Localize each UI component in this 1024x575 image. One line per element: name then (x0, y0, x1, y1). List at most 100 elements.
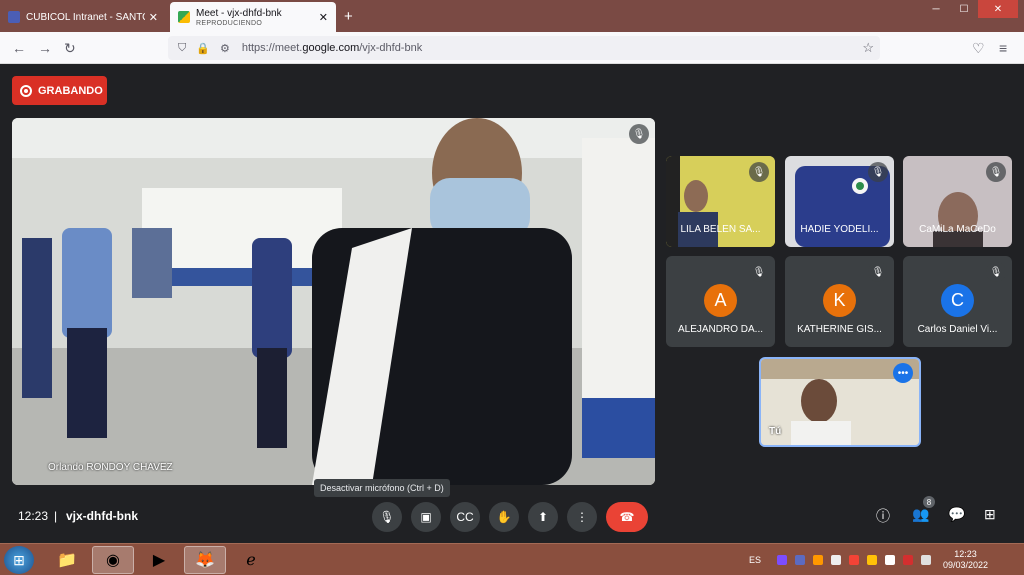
windows-start-icon[interactable]: ⊞ (4, 546, 34, 574)
activities-icon[interactable]: ⊞ (984, 506, 996, 523)
video-frame (12, 118, 655, 485)
participant-tile[interactable]: 🎙 LILA BELEN SA... (666, 156, 775, 247)
address-bar[interactable]: ⛉ 🔒 ⚙ https://meet.google.com/vjx-dhfd-b… (168, 36, 880, 60)
avatar: A (704, 284, 737, 317)
participant-tile[interactable]: 🎙 HADIE YODELI... (785, 156, 894, 247)
tray-app-icon[interactable] (776, 555, 787, 565)
recording-label: GRABANDO (38, 84, 103, 97)
tray-app-icon[interactable] (812, 555, 823, 565)
network-icon[interactable] (920, 555, 931, 565)
minimize-icon[interactable]: ─ (922, 0, 950, 18)
volume-icon[interactable] (884, 555, 895, 565)
tray-app-icon[interactable] (830, 555, 841, 565)
main-speaker-video[interactable]: 🎙 Orlando RONDOY CHAVEZ (12, 118, 655, 485)
back-icon[interactable]: ← (12, 40, 26, 56)
url-path: /vjx-dhfd-bnk (359, 42, 423, 54)
flag-icon[interactable] (902, 555, 913, 565)
participant-name: HADIE YODELI... (800, 224, 879, 235)
present-button[interactable]: ⬆ (528, 502, 558, 532)
participant-tile[interactable]: 🎙 A ALEJANDRO DA... (666, 256, 775, 347)
microphone-icon: 🎙 (379, 510, 395, 524)
more-options-button[interactable]: ⋮ (567, 502, 597, 532)
reload-icon[interactable]: ↻ (64, 40, 76, 57)
close-icon[interactable]: ✕ (319, 11, 328, 24)
media-player-icon[interactable]: ▶ (138, 546, 180, 574)
tab-meet[interactable]: Meet - vjx-dhfd-bnk REPRODUCIENDO ✕ (170, 2, 336, 32)
forward-icon[interactable]: → (38, 40, 52, 56)
muted-mic-icon: 🎙 (629, 124, 649, 144)
mic-tooltip: Desactivar micrófono (Ctrl + D) (314, 479, 450, 497)
avatar: K (823, 284, 856, 317)
participant-tile[interactable]: 🎙 K KATHERINE GIS... (785, 256, 894, 347)
chrome-icon[interactable]: ◉ (92, 546, 134, 574)
tray-date: 09/03/2022 (942, 560, 988, 570)
camera-icon: ▣ (420, 510, 432, 524)
permissions-icon[interactable]: ⚙ (220, 42, 230, 55)
new-tab-icon[interactable]: + (344, 8, 353, 25)
muted-mic-icon: 🎙 (749, 162, 769, 182)
muted-mic-icon: 🎙 (749, 262, 769, 282)
navigation-bar: ← → ↻ ⛉ 🔒 ⚙ https://meet.google.com/vjx-… (0, 32, 1024, 64)
captions-button[interactable]: CC (450, 502, 480, 532)
language-indicator[interactable]: ES (749, 555, 761, 565)
muted-mic-icon: 🎙 (868, 162, 888, 182)
window-controls: ─ ☐ ✕ (922, 0, 1018, 18)
hand-icon: ✋ (496, 510, 512, 524)
hang-up-icon: ☎ (619, 510, 635, 524)
internet-explorer-icon[interactable]: ℯ (230, 546, 272, 574)
file-explorer-icon[interactable]: 📁 (46, 546, 88, 574)
meet-icon (178, 11, 190, 23)
tray-app-icon[interactable] (848, 555, 859, 565)
tab-title: Meet - vjx-dhfd-bnk (196, 7, 282, 19)
people-count-badge: 8 (923, 496, 935, 508)
leave-call-button[interactable]: ☎ (606, 502, 648, 532)
avatar: C (941, 284, 974, 317)
participant-tile[interactable]: 🎙 CaMiLa MaCeDo (903, 156, 1012, 247)
firefox-icon[interactable]: 🦊 (184, 546, 226, 574)
lock-icon[interactable]: 🔒 (196, 42, 210, 55)
people-icon[interactable]: 👥 (912, 506, 929, 523)
present-icon: ⬆ (537, 510, 549, 524)
self-view-tile[interactable]: ••• Tú (759, 357, 921, 447)
window-close-icon[interactable]: ✕ (978, 0, 1018, 18)
tab-subtitle: REPRODUCIENDO (196, 19, 263, 27)
info-icon[interactable]: ⓘ (876, 506, 890, 526)
camera-button[interactable]: ▣ (411, 502, 441, 532)
captions-icon: CC (456, 510, 474, 524)
tray-app-icon[interactable] (794, 555, 805, 565)
tab-cubicol[interactable]: CUBICOL Intranet - SANTO DOMI ✕ (0, 2, 166, 32)
tab-title-block: Meet - vjx-dhfd-bnk REPRODUCIENDO (196, 8, 315, 27)
tab-title: CUBICOL Intranet - SANTO DOMI (26, 11, 145, 23)
self-label: Tú (769, 426, 782, 437)
bookmark-star-icon[interactable]: ☆ (862, 40, 874, 56)
tray-time: 12:23 (954, 549, 977, 559)
url-text[interactable]: https://meet.google.com/vjx-dhfd-bnk (242, 42, 422, 54)
system-tray: ES 12:23 09/03/2022 (749, 546, 988, 574)
raise-hand-button[interactable]: ✋ (489, 502, 519, 532)
speaker-name: Orlando RONDOY CHAVEZ (48, 462, 173, 473)
muted-mic-icon: 🎙 (868, 262, 888, 282)
recording-badge: GRABANDO (12, 76, 107, 105)
pocket-icon[interactable]: ♡ (972, 40, 985, 57)
more-vert-icon: ⋮ (576, 510, 588, 524)
participant-name: CaMiLa MaCeDo (919, 224, 996, 235)
maximize-icon[interactable]: ☐ (950, 0, 978, 18)
warning-icon[interactable] (866, 555, 877, 565)
close-icon[interactable]: ✕ (149, 11, 158, 24)
url-prefix: https://meet. (241, 42, 303, 54)
meeting-time: 12:23 (18, 509, 49, 523)
more-options-icon[interactable]: ••• (893, 363, 913, 383)
participant-name: LILA BELEN SA... (680, 224, 761, 235)
menu-icon[interactable]: ≡ (999, 40, 1007, 56)
clock[interactable]: 12:23 09/03/2022 (943, 549, 988, 571)
participant-name: KATHERINE GIS... (797, 324, 882, 335)
microphone-button[interactable]: 🎙 (372, 502, 402, 532)
shield-icon[interactable]: ⛉ (178, 42, 186, 55)
browser-tab-bar: CUBICOL Intranet - SANTO DOMI ✕ Meet - v… (0, 0, 1024, 32)
chat-icon[interactable]: 💬 (948, 506, 965, 523)
participant-name: ALEJANDRO DA... (677, 324, 764, 335)
url-domain: google.com (302, 42, 360, 54)
separator: | (54, 509, 58, 523)
participant-tile[interactable]: 🎙 C Carlos Daniel Vi... (903, 256, 1012, 347)
taskbar: ⊞ 📁 ◉ ▶ 🦊 ℯ ES 12:23 09/03/2022 (0, 543, 1024, 575)
